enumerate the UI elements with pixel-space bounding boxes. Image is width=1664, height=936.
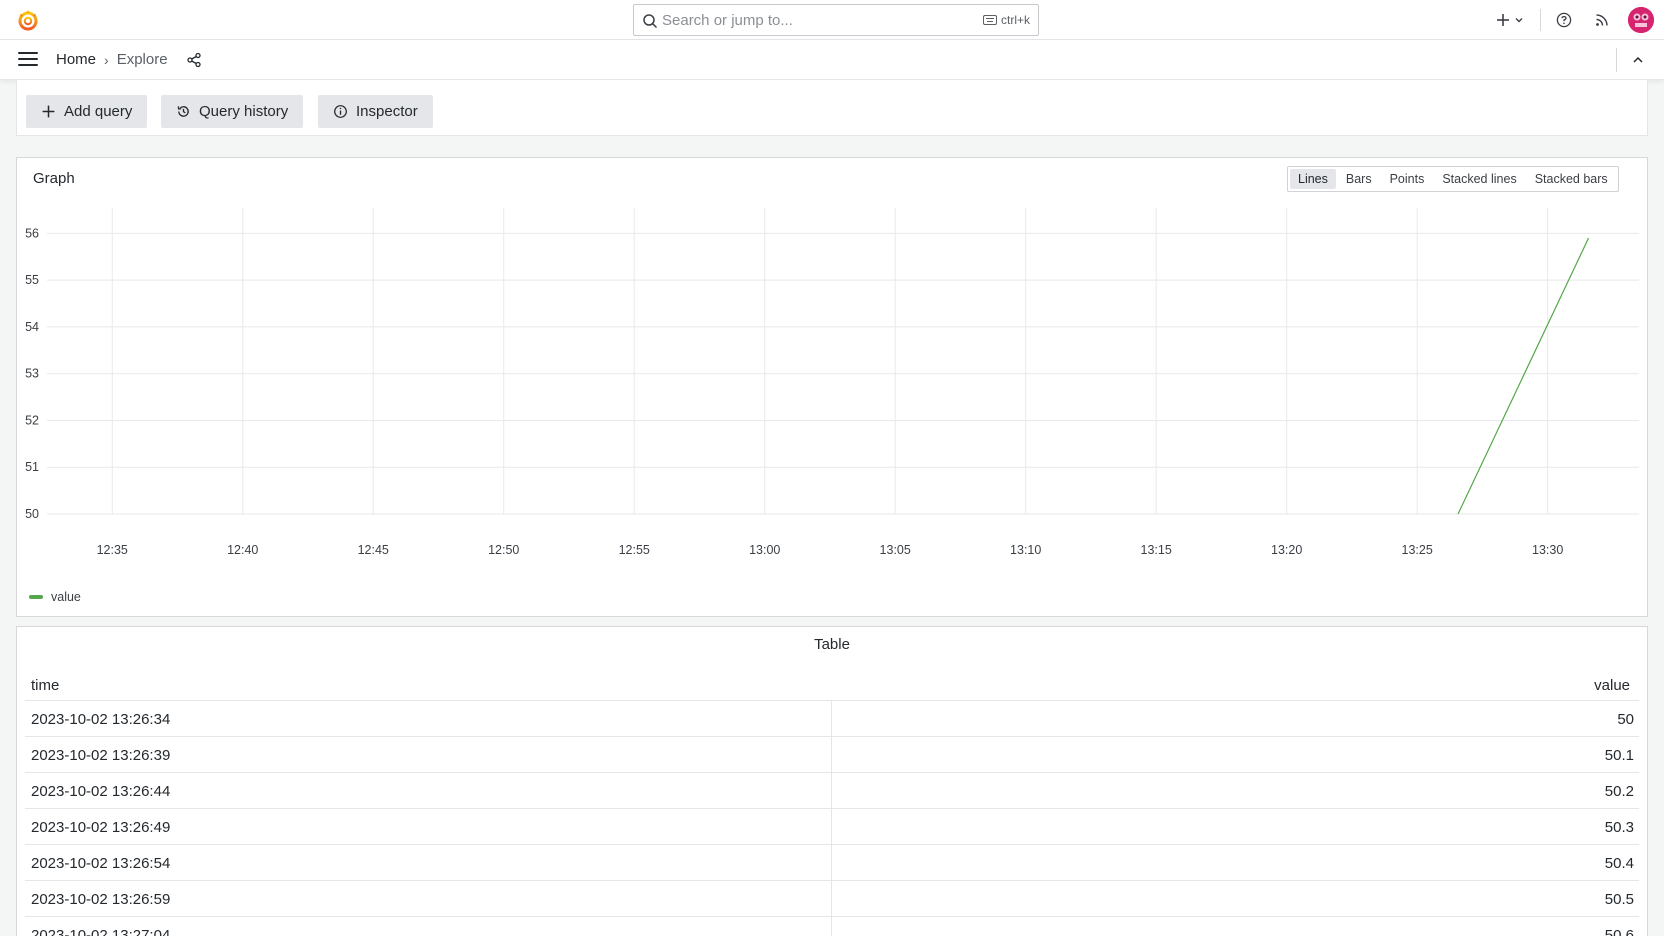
table-row[interactable]: 2023-10-02 13:26:59 50.5 xyxy=(25,881,1639,917)
column-divider xyxy=(831,701,832,737)
cell-time: 2023-10-02 13:26:44 xyxy=(31,783,171,800)
legend-label: value xyxy=(51,590,81,604)
cell-time: 2023-10-02 13:26:59 xyxy=(31,891,171,908)
y-tick-label: 55 xyxy=(25,273,39,287)
query-history-button[interactable]: Query history xyxy=(161,95,304,128)
grafana-logo-icon[interactable] xyxy=(16,8,40,32)
breadcrumb-current: Explore xyxy=(116,51,168,68)
menu-toggle-button[interactable] xyxy=(18,52,38,68)
y-tick-label: 50 xyxy=(25,507,39,521)
column-divider xyxy=(831,917,832,936)
cell-time: 2023-10-02 13:27:04 xyxy=(31,927,171,936)
y-tick-label: 51 xyxy=(25,460,39,474)
x-tick-label: 12:45 xyxy=(358,543,389,557)
table-row[interactable]: 2023-10-02 13:26:34 50 xyxy=(25,701,1639,737)
table-row[interactable]: 2023-10-02 13:26:39 50.1 xyxy=(25,737,1639,773)
breadcrumb-home[interactable]: Home xyxy=(56,51,96,68)
table-row[interactable]: 2023-10-02 13:26:54 50.4 xyxy=(25,845,1639,881)
cell-value: 50 xyxy=(1617,711,1634,728)
y-tick-label: 52 xyxy=(25,413,39,427)
news-button[interactable] xyxy=(1590,8,1614,32)
cell-value: 50.6 xyxy=(1604,927,1634,936)
table-header: time value xyxy=(25,673,1639,701)
legend-swatch xyxy=(29,595,43,599)
graph-legend[interactable]: value xyxy=(29,590,81,604)
breadcrumb-separator-icon: › xyxy=(104,51,109,68)
chevron-up-icon[interactable] xyxy=(1630,52,1646,68)
new-button[interactable] xyxy=(1494,8,1526,32)
nav-bar: Home › Explore xyxy=(0,40,1664,80)
cell-value: 50.3 xyxy=(1604,819,1634,836)
table-row[interactable]: 2023-10-02 13:27:04 50.6 xyxy=(25,917,1639,936)
inspector-button[interactable]: Inspector xyxy=(318,95,433,128)
table-title: Table xyxy=(814,636,850,653)
info-circle-icon xyxy=(334,105,347,118)
search-icon xyxy=(643,14,658,29)
table-row[interactable]: 2023-10-02 13:26:49 50.3 xyxy=(25,809,1639,845)
chevron-down-icon xyxy=(1515,18,1523,23)
column-divider xyxy=(831,881,832,917)
x-tick-label: 13:20 xyxy=(1271,543,1302,557)
inspector-label: Inspector xyxy=(356,103,418,120)
cell-value: 50.5 xyxy=(1604,891,1634,908)
x-tick-label: 12:40 xyxy=(227,543,258,557)
add-query-button[interactable]: Add query xyxy=(26,95,148,128)
history-icon xyxy=(177,106,189,117)
x-tick-label: 13:05 xyxy=(880,543,911,557)
x-tick-label: 13:25 xyxy=(1402,543,1433,557)
table-panel: Table time value 2023-10-02 13:26:34 50 20… xyxy=(16,626,1648,936)
x-tick-label: 13:00 xyxy=(749,543,780,557)
x-tick-label: 13:10 xyxy=(1010,543,1041,557)
rss-icon xyxy=(1596,14,1608,26)
column-divider xyxy=(831,737,832,773)
x-tick-label: 12:50 xyxy=(488,543,519,557)
user-avatar[interactable] xyxy=(1628,7,1654,33)
help-button[interactable] xyxy=(1552,8,1576,32)
cell-value: 50.1 xyxy=(1604,747,1634,764)
column-divider xyxy=(831,809,832,845)
plus-icon xyxy=(1497,14,1509,26)
keyboard-icon xyxy=(982,15,997,25)
cell-time: 2023-10-02 13:26:34 xyxy=(31,711,171,728)
query-toolbar: Add query Query history Inspector xyxy=(16,80,1648,136)
cell-value: 50.4 xyxy=(1604,855,1634,872)
breadcrumb: Home › Explore xyxy=(56,51,168,68)
help-icon xyxy=(1556,12,1572,28)
search-placeholder: Search or jump to... xyxy=(662,12,793,29)
cell-value: 50.2 xyxy=(1604,783,1634,800)
column-divider xyxy=(831,845,832,881)
graph-panel: Graph Lines Bars Points Stacked lines Stacke… xyxy=(16,157,1648,617)
x-tick-label: 12:55 xyxy=(619,543,650,557)
search-input[interactable]: Search or jump to... ctrl+k xyxy=(633,4,1039,36)
column-header-time[interactable]: time xyxy=(31,677,59,694)
graph-chart[interactable]: 50 51 52 53 54 55 56 12:35 12:40 12:45 12:50 12:55 1… xyxy=(17,158,1649,588)
shortcut-label: ctrl+k xyxy=(1000,13,1030,27)
cell-time: 2023-10-02 13:26:39 xyxy=(31,747,171,764)
table-row[interactable]: 2023-10-02 13:26:44 50.2 xyxy=(25,773,1639,809)
column-header-value[interactable]: value xyxy=(1594,677,1630,694)
query-history-label: Query history xyxy=(199,103,289,120)
column-divider xyxy=(831,773,832,809)
y-tick-label: 53 xyxy=(25,367,39,381)
search-shortcut: ctrl+k xyxy=(982,13,1030,27)
y-tick-label: 54 xyxy=(25,320,39,334)
x-tick-label: 13:30 xyxy=(1532,543,1563,557)
series-line-value[interactable] xyxy=(1457,237,1590,515)
x-tick-label: 13:15 xyxy=(1141,543,1172,557)
add-query-label: Add query xyxy=(64,103,133,120)
avatar-icon xyxy=(1628,7,1654,33)
x-tick-label: 12:35 xyxy=(97,543,128,557)
cell-time: 2023-10-02 13:26:54 xyxy=(31,855,171,872)
y-tick-label: 56 xyxy=(25,226,39,240)
plus-icon xyxy=(42,105,55,118)
divider xyxy=(1540,9,1541,31)
divider xyxy=(1616,48,1617,72)
cell-time: 2023-10-02 13:26:49 xyxy=(31,819,171,836)
share-icon[interactable] xyxy=(186,52,202,68)
top-bar: Search or jump to... ctrl+k xyxy=(0,0,1664,40)
